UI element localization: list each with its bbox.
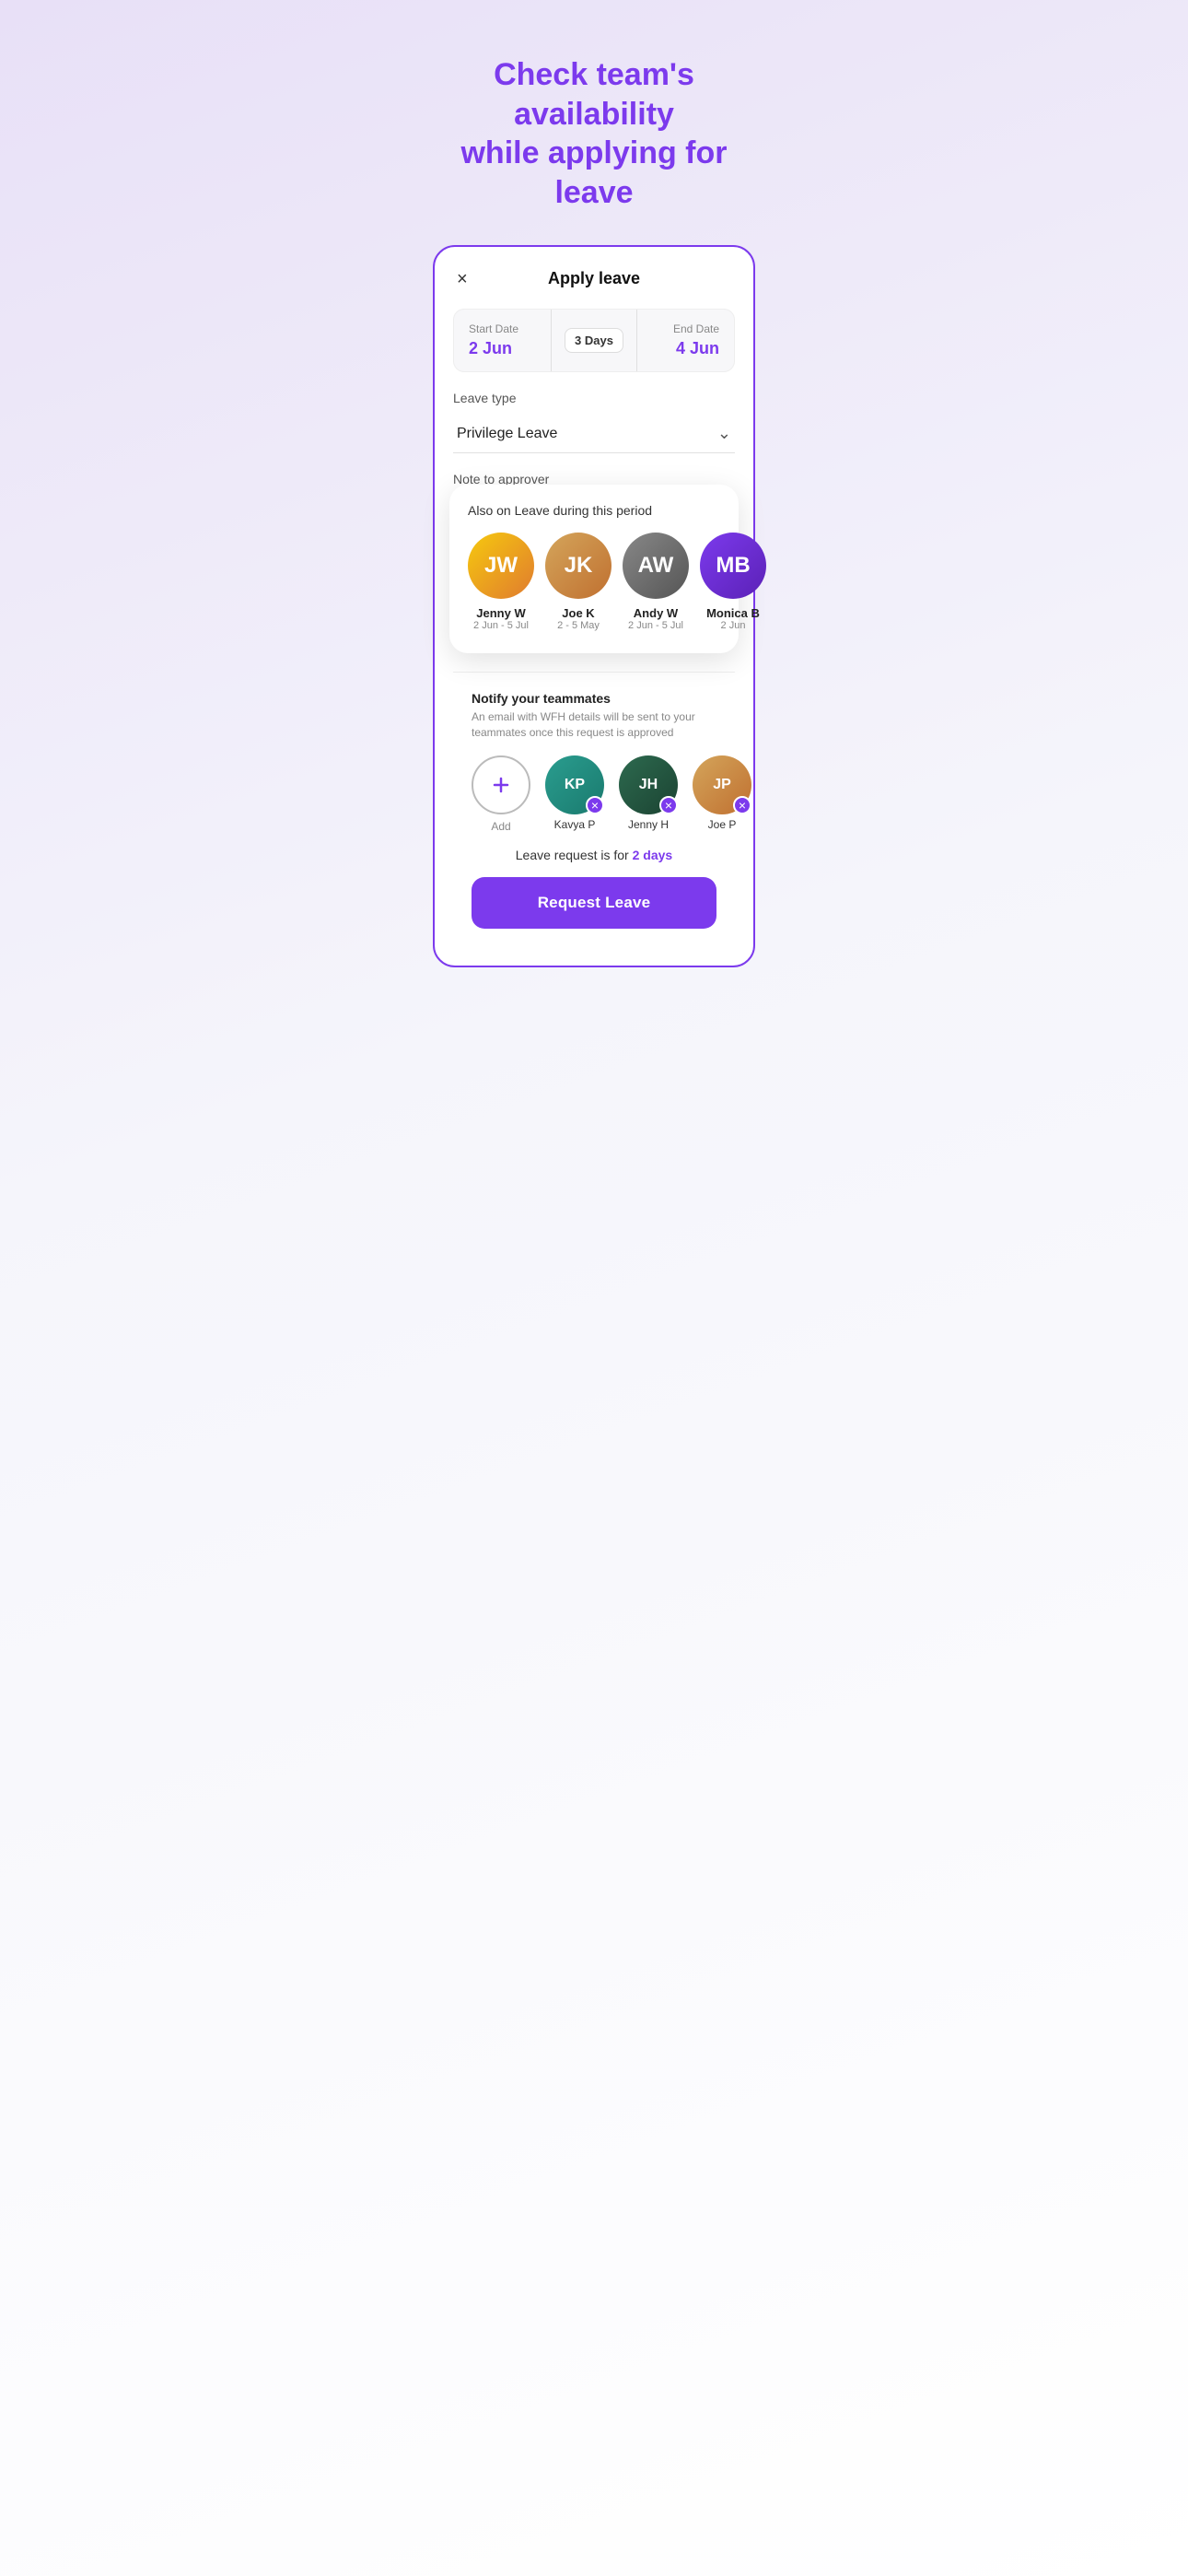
leave-type-select[interactable]: Privilege Leave ⌄ [453,415,735,453]
leave-summary: Leave request is for 2 days [472,848,716,862]
avatar: JH × [619,755,678,814]
request-leave-button[interactable]: Request Leave [472,877,716,929]
leave-type-value: Privilege Leave [457,426,557,442]
teammate-name: Andy W [634,606,678,620]
add-label: Add [491,820,510,833]
hero-line2: while applying for leave [460,135,727,210]
teammate-name: Joe K [562,606,594,620]
avatar-placeholder: MB [700,533,766,599]
add-circle-button[interactable] [472,755,530,814]
add-teammate-button-wrap[interactable]: Add [472,755,530,833]
leave-type-label: Leave type [453,391,735,405]
notify-people-row: Add KP × Kavya P JH × Jenny H [472,755,716,833]
card-title: Apply leave [548,269,640,288]
list-item: MB Monica B 2 Jun [700,533,766,631]
end-date-block[interactable]: End Date 4 Jun [637,310,734,371]
avatar: KP × [545,755,604,814]
remove-button[interactable]: × [733,796,751,814]
teammate-name: Jenny W [476,606,525,620]
person-name: Kavya P [554,818,596,831]
hero-section: Check team's availability while applying… [433,55,755,212]
end-date-value: 4 Jun [652,339,719,358]
teammate-dates: 2 Jun [721,620,746,631]
avatar-placeholder: JW [468,533,534,599]
hero-title: Check team's availability while applying… [433,55,755,212]
also-on-leave-title: Also on Leave during this period [468,503,720,518]
avatar-placeholder: AW [623,533,689,599]
remove-button[interactable]: × [586,796,604,814]
phone-container: Check team's availability while applying… [414,0,774,1004]
start-date-label: Start Date [469,322,536,335]
divider [453,672,735,673]
also-on-leave-panel: Also on Leave during this period JW Jenn… [449,485,739,653]
start-date-block[interactable]: Start Date 2 Jun [454,310,551,371]
bottom-section: Notify your teammates An email with WFH … [453,653,735,947]
teammate-dates: 2 Jun - 5 Jul [628,620,683,631]
plus-icon [490,774,512,796]
list-item: JP × Joe P [693,755,751,831]
teammate-name: Monica B [706,606,760,620]
person-name: Joe P [708,818,737,831]
avatar: AW [623,533,689,599]
avatar: MB [700,533,766,599]
leave-summary-days: 2 days [633,848,673,862]
list-item: AW Andy W 2 Jun - 5 Jul [623,533,689,631]
days-badge-text: 3 Days [565,328,623,353]
leave-summary-plain: Leave request is for [516,848,633,862]
notify-description: An email with WFH details will be sent t… [472,709,716,741]
remove-button[interactable]: × [659,796,678,814]
list-item: JH × Jenny H [619,755,678,831]
also-on-leave-row: JW Jenny W 2 Jun - 5 Jul JK Joe K 2 - 5 … [468,533,720,631]
notify-title: Notify your teammates [472,691,716,706]
card-header: × Apply leave [453,269,735,288]
person-name: Jenny H [628,818,669,831]
teammate-dates: 2 - 5 May [557,620,600,631]
list-item: KP × Kavya P [545,755,604,831]
teammate-dates: 2 Jun - 5 Jul [473,620,529,631]
avatar: JP × [693,755,751,814]
avatar: JK [545,533,611,599]
days-badge: 3 Days [551,310,637,371]
close-button[interactable]: × [453,266,472,292]
chevron-down-icon: ⌄ [717,424,731,443]
start-date-value: 2 Jun [469,339,536,358]
list-item: JW Jenny W 2 Jun - 5 Jul [468,533,534,631]
hero-plain-text: Check [494,57,597,92]
end-date-label: End Date [652,322,719,335]
avatar-placeholder: JK [545,533,611,599]
list-item: JK Joe K 2 - 5 May [545,533,611,631]
date-row: Start Date 2 Jun 3 Days End Date 4 Jun [453,309,735,372]
avatar: JW [468,533,534,599]
apply-leave-card: × Apply leave Start Date 2 Jun 3 Days En… [433,245,755,967]
